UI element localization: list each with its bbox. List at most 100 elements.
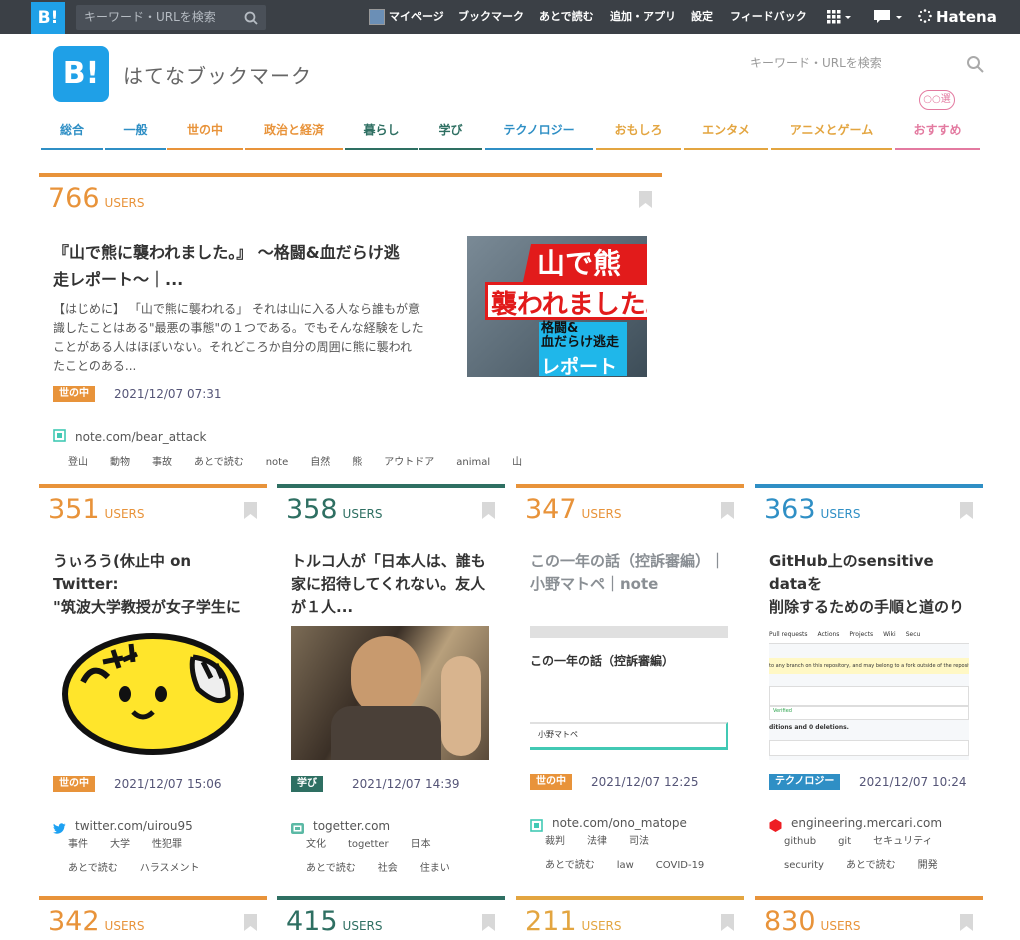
entry-tag[interactable]: 山 (512, 451, 522, 475)
category-tab[interactable]: 総合 (41, 116, 103, 150)
search-icon[interactable] (244, 11, 258, 25)
category-label[interactable]: 世の中 (53, 386, 95, 402)
category-tab[interactable]: 政治と経済 (245, 116, 343, 150)
site-title[interactable]: はてなブックマーク (123, 60, 312, 89)
entry-tag[interactable]: 開発 (918, 854, 938, 878)
users-count[interactable]: 211 USERS (525, 906, 621, 937)
category-label[interactable]: テクノロジー (769, 774, 841, 790)
entry-tag[interactable]: 事件 (68, 833, 88, 857)
entry-tag[interactable]: togetter (348, 833, 389, 857)
entry-tag[interactable]: あとで読む (306, 857, 356, 881)
entry-domain[interactable]: note.com/ono_matope (552, 816, 687, 830)
entry-tag[interactable]: 大学 (110, 833, 130, 857)
category-tab[interactable]: アニメとゲーム (771, 116, 892, 150)
nav-bookmark[interactable]: ブックマーク (458, 0, 524, 34)
category-tab[interactable]: 暮らし (345, 116, 418, 150)
category-tab[interactable]: おすすめ (895, 116, 980, 150)
entry-card[interactable]: 211 USERS (516, 896, 744, 940)
nav-mypage[interactable]: マイページ (369, 0, 444, 34)
entry-tag[interactable]: 法律 (587, 830, 607, 854)
entry-tag[interactable]: アウトドア (384, 451, 434, 475)
category-tab[interactable]: 世の中 (167, 116, 243, 150)
entry-tag[interactable]: law (617, 854, 634, 878)
category-tab[interactable]: 学び (419, 116, 482, 150)
entry-domain[interactable]: engineering.mercari.com (791, 816, 942, 830)
users-count[interactable]: 342 USERS (48, 906, 144, 937)
users-count[interactable]: 766 USERS (48, 183, 144, 214)
entry-tag[interactable]: security (784, 854, 824, 878)
category-tab[interactable]: テクノロジー (485, 116, 593, 150)
search-icon[interactable] (966, 55, 984, 73)
hatena-brand[interactable]: Hatena (936, 0, 997, 34)
entry-tag[interactable]: 文化 (306, 833, 326, 857)
category-label[interactable]: 世の中 (530, 774, 572, 790)
users-count[interactable]: 358 USERS (286, 494, 382, 525)
bookmark-icon[interactable] (721, 914, 734, 931)
top-search-input[interactable]: キーワード・URLを検索 (76, 5, 266, 30)
entry-card[interactable]: 347 USERS この一年の話（控訴審編）｜ 小野マトペ｜note この一年の話（控訴… (516, 484, 744, 884)
users-count[interactable]: 363 USERS (764, 494, 860, 525)
entry-tag[interactable]: animal (456, 451, 490, 475)
bookmark-icon[interactable] (721, 502, 734, 519)
category-label[interactable]: 世の中 (53, 776, 95, 792)
bookmark-icon[interactable] (639, 191, 652, 208)
entry-tag[interactable]: 住まい (420, 857, 450, 881)
entry-tag[interactable]: 熊 (352, 451, 362, 475)
entry-title[interactable]: 『山で熊に襲われました。』 〜格闘&血だらけ逃 走レポート〜｜... (53, 239, 463, 293)
entry-domain[interactable]: note.com/bear_attack (75, 430, 206, 444)
entry-tag[interactable]: あとで読む (846, 854, 896, 878)
entry-title[interactable]: トルコ人が「日本人は、誰も 家に招待してくれない。友人 が１人... (291, 550, 496, 619)
category-tab[interactable]: 一般 (105, 116, 166, 150)
entry-tag[interactable]: 登山 (68, 451, 88, 475)
entry-tag[interactable]: github (784, 830, 816, 854)
category-label[interactable]: 学び (291, 776, 323, 792)
entry-tag[interactable]: 日本 (411, 833, 431, 857)
users-count[interactable]: 830 USERS (764, 906, 860, 937)
entry-card[interactable]: 342 USERS (39, 896, 267, 940)
entry-tag[interactable]: note (266, 451, 289, 475)
category-tab[interactable]: おもしろ (596, 116, 681, 150)
entry-title[interactable]: GitHub上のsensitive dataを 削除するための手順と道のり (769, 550, 974, 619)
entry-domain[interactable]: twitter.com/uirou95 (75, 819, 193, 833)
entry-tag[interactable]: あとで読む (545, 854, 595, 878)
entry-card[interactable]: 415 USERS (277, 896, 505, 940)
entry-title[interactable]: この一年の話（控訴審編）｜ 小野マトペ｜note (530, 550, 735, 596)
entry-thumbnail[interactable]: この一年の話（控訴審編） 小野マトペ (530, 626, 728, 752)
entry-tag[interactable]: セキュリティ (873, 830, 932, 854)
bookmark-icon[interactable] (244, 914, 257, 931)
entry-tag[interactable]: あとで読む (68, 857, 118, 881)
bookmark-icon[interactable] (960, 502, 973, 519)
entry-thumbnail[interactable]: Pull requests Actions Projects Wiki Secu to a… (769, 626, 969, 760)
entry-tag[interactable]: 司法 (629, 830, 649, 854)
entry-card[interactable]: 363 USERS GitHub上のsensitive dataを 削除するための手順… (755, 484, 983, 884)
bookmark-icon[interactable] (482, 502, 495, 519)
bookmark-icon[interactable] (482, 914, 495, 931)
entry-tag[interactable]: 自然 (310, 451, 330, 475)
nav-read-later[interactable]: あとで読む (539, 0, 594, 34)
category-tab[interactable]: エンタメ (684, 116, 768, 150)
nav-settings[interactable]: 設定 (691, 0, 713, 34)
header-search-input[interactable]: キーワード・URLを検索 (750, 54, 882, 71)
entry-tag[interactable]: 性犯罪 (152, 833, 182, 857)
entry-card[interactable]: 830 USERS (755, 896, 983, 940)
entry-thumbnail[interactable] (291, 626, 489, 760)
entry-card-featured[interactable]: 766 USERS 『山で熊に襲われました。』 〜格闘&血だらけ逃 走レポート〜｜… (39, 173, 662, 478)
bookmark-icon[interactable] (244, 502, 257, 519)
entry-tag[interactable]: 事故 (152, 451, 172, 475)
apps-grid-icon[interactable] (827, 10, 851, 24)
users-count[interactable]: 347 USERS (525, 494, 621, 525)
entry-tag[interactable]: 社会 (378, 857, 398, 881)
entry-thumbnail[interactable] (53, 622, 253, 757)
nav-feedback[interactable]: フィードバック (730, 0, 807, 34)
entry-domain[interactable]: togetter.com (313, 819, 390, 833)
site-logo[interactable]: B! (53, 46, 109, 102)
entry-card[interactable]: 351 USERS うぃろう(休止中 on Twitter: "筑波大学教授が女子学生… (39, 484, 267, 884)
entry-tag[interactable]: あとで読む (194, 451, 244, 475)
entry-tag[interactable]: 裁判 (545, 830, 565, 854)
entry-thumbnail[interactable]: 山で熊 襲われました。 格闘& 血だらけ逃走 レポート (467, 236, 647, 377)
entry-tag[interactable]: ハラスメント (140, 857, 200, 881)
bookmark-icon[interactable] (960, 914, 973, 931)
hatena-bookmark-logo[interactable]: B! (31, 2, 65, 34)
entry-card[interactable]: 358 USERS トルコ人が「日本人は、誰も 家に招待してくれない。友人 が１人...… (277, 484, 505, 884)
entry-tag[interactable]: 動物 (110, 451, 130, 475)
